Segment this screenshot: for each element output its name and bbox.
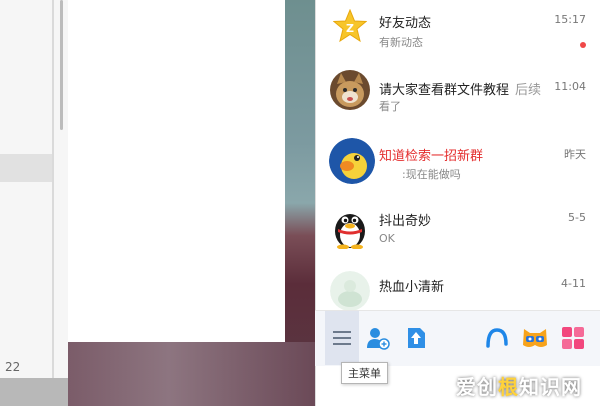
menu-icon: [333, 331, 351, 345]
conversation-time: 11:04: [551, 80, 586, 93]
conversation-name: 知道检索一招新群: [379, 149, 484, 164]
main-menu-tooltip: 主菜单: [341, 362, 388, 384]
conversation-preview: 有新动态: [379, 36, 423, 49]
name-overflow: 后续: [515, 83, 542, 98]
row-number: 22: [5, 360, 21, 374]
selected-row[interactable]: [0, 154, 52, 182]
game-icon: [523, 329, 547, 347]
bottom-toolbar: [315, 310, 600, 366]
divider: [52, 0, 54, 406]
group-avatar: [330, 271, 370, 310]
cat-avatar: [330, 70, 370, 110]
file-transfer-button[interactable]: [401, 311, 431, 365]
panel-border: [68, 0, 285, 342]
main-menu-button[interactable]: [325, 311, 359, 365]
scrollbar[interactable]: [60, 0, 63, 130]
conversation-time: 4-11: [561, 277, 586, 290]
conversation-time: 5-5: [568, 211, 586, 224]
duck-icon: [329, 138, 375, 184]
qq-browser-button[interactable]: [482, 311, 512, 365]
svg-text:Z: Z: [346, 22, 354, 35]
watermark: 爱创根知识网: [456, 375, 582, 399]
penguin-icon: [330, 205, 370, 249]
conversation-item[interactable]: 热血小清新 4-11: [316, 265, 600, 310]
conversation-name: 好友动态: [379, 16, 432, 31]
game-button[interactable]: [520, 311, 550, 365]
conversation-name: 热血小清新: [379, 280, 445, 295]
conversation-name: 请大家查看群文件教程 后续: [379, 83, 542, 98]
conversation-time: 15:17: [554, 13, 586, 26]
conversation-preview: 看了: [379, 100, 401, 113]
add-friend-button[interactable]: [363, 311, 393, 365]
desktop-wallpaper-bottom: [68, 342, 320, 406]
conversation-item[interactable]: 请大家查看群文件教程 后续 看了 11:04: [316, 62, 600, 122]
conversation-name: 抖出奇妙: [379, 214, 432, 229]
app-grid-button[interactable]: [558, 311, 588, 365]
conversation-preview: :现在能做吗: [402, 168, 461, 181]
file-transfer-icon: [408, 328, 425, 348]
conversation-time: 昨天: [564, 148, 586, 161]
qq-browser-icon: [486, 328, 508, 348]
conversation-preview: OK: [379, 232, 395, 245]
background-strip: [0, 378, 68, 406]
background-window: 22: [0, 0, 68, 406]
unread-dot: [580, 42, 586, 48]
conversation-item[interactable]: 知道检索一招新群 :现在能做吗 昨天: [316, 135, 600, 195]
conversation-item[interactable]: Z 好友动态 有新动态 15:17: [316, 5, 600, 65]
app-grid-icon: [562, 327, 584, 349]
conversation-item[interactable]: 抖出奇妙 OK 5-5: [316, 203, 600, 263]
star-icon: Z: [333, 9, 367, 43]
add-friend-icon: [367, 328, 390, 350]
